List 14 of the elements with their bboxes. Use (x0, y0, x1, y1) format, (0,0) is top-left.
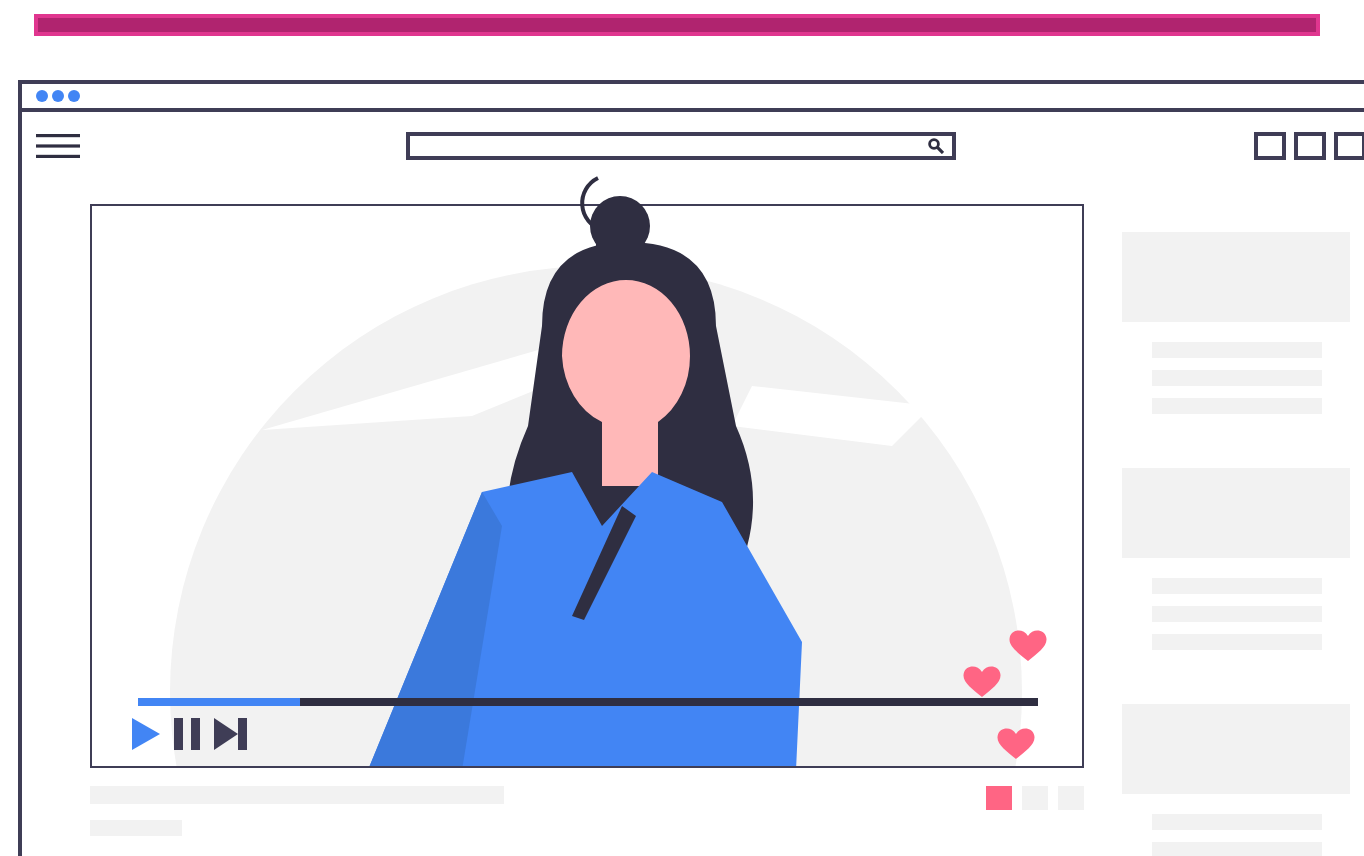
search-field[interactable] (406, 132, 956, 160)
window-dots-icon (36, 90, 80, 102)
menu-icon[interactable] (36, 134, 80, 158)
progress-bar[interactable] (138, 698, 1038, 706)
window-button[interactable] (1334, 132, 1364, 160)
heart-icon (996, 726, 1036, 762)
heart-icon (962, 664, 1002, 700)
window-button[interactable] (1294, 132, 1326, 160)
heart-icon (1008, 628, 1048, 664)
play-icon[interactable] (132, 718, 160, 750)
search-icon (928, 138, 944, 154)
pause-icon[interactable] (174, 718, 200, 750)
skip-next-icon[interactable] (214, 718, 248, 750)
window-button[interactable] (1254, 132, 1286, 160)
